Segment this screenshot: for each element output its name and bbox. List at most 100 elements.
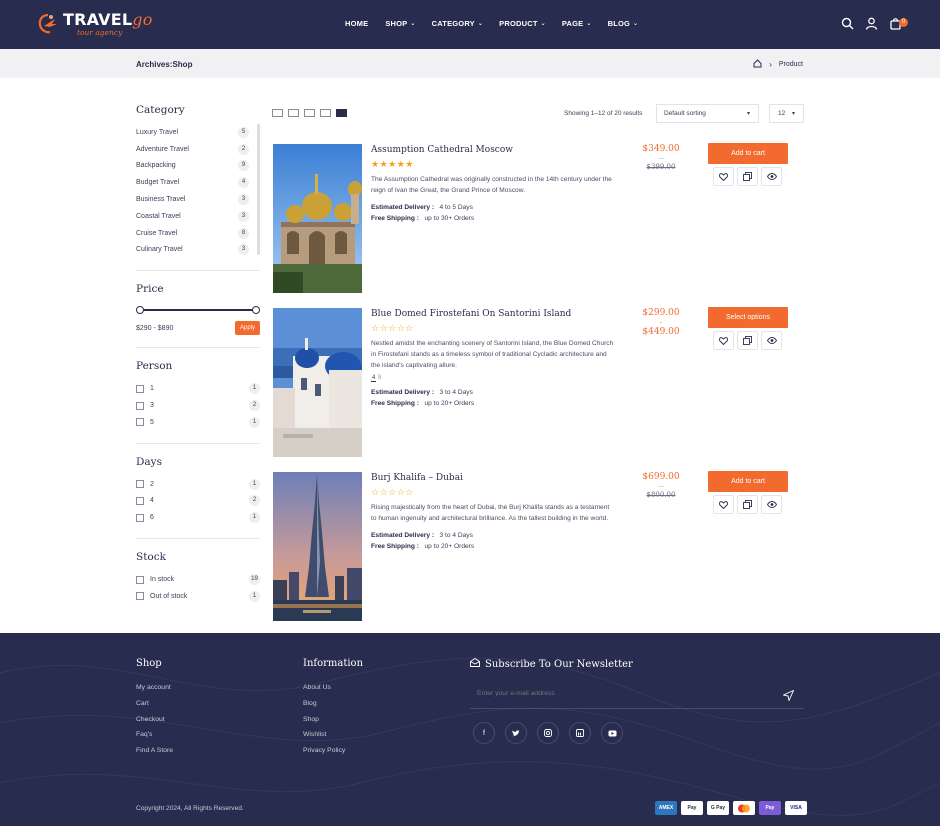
- price-original: $399.00: [646, 163, 676, 171]
- filter-sidebar: Category Luxury Travel 5 Adventure Travel…: [136, 104, 260, 605]
- nav-category[interactable]: CATEGORY ⌄: [432, 19, 484, 28]
- price-separator: —: [658, 155, 664, 162]
- instagram-icon[interactable]: [537, 722, 559, 744]
- linkedin-icon[interactable]: [569, 722, 591, 744]
- send-icon[interactable]: [782, 688, 795, 706]
- days-filter-item[interactable]: 21: [136, 476, 260, 493]
- category-label: Coastal Travel: [136, 212, 181, 220]
- product-title[interactable]: Blue Domed Firostefani On Santorini Isla…: [371, 309, 621, 319]
- search-icon[interactable]: [841, 17, 854, 30]
- footer-link[interactable]: Cart: [136, 700, 173, 716]
- checkbox[interactable]: [136, 418, 144, 427]
- twitter-icon[interactable]: [505, 722, 527, 744]
- option[interactable]: 8: [378, 375, 381, 381]
- checkbox[interactable]: [136, 384, 144, 393]
- checkbox[interactable]: [136, 513, 144, 522]
- footer-link[interactable]: Privacy Policy: [303, 747, 345, 763]
- person-filter-item[interactable]: 32: [136, 397, 260, 414]
- quick-view-eye-icon[interactable]: [761, 495, 782, 514]
- copyright-text: Copyright 2024, All Rights Reserved.: [136, 805, 244, 812]
- payment-methods: AMEX Pay G Pay Pay VISA: [655, 801, 807, 815]
- compare-icon[interactable]: [737, 331, 758, 350]
- person-filter-item[interactable]: 11: [136, 380, 260, 397]
- site-footer: Shop My account Cart Checkout Faq's Find…: [0, 633, 940, 826]
- category-count: 4: [238, 177, 249, 189]
- compare-icon[interactable]: [737, 167, 758, 186]
- facebook-icon[interactable]: f: [473, 722, 495, 744]
- stock-filter-item[interactable]: In stock 19: [136, 571, 260, 588]
- footer-link[interactable]: Shop: [303, 716, 345, 732]
- checkbox[interactable]: [136, 496, 144, 505]
- person-filter-item[interactable]: 51: [136, 414, 260, 431]
- newsletter-email-input[interactable]: [477, 690, 757, 697]
- home-icon[interactable]: [753, 59, 762, 70]
- cart-icon[interactable]: 0: [889, 17, 908, 30]
- price-slider-max-handle[interactable]: [252, 306, 260, 315]
- checkbox[interactable]: [136, 592, 144, 601]
- product-image[interactable]: [273, 472, 362, 621]
- footer-link[interactable]: About Us: [303, 684, 345, 700]
- site-header: TRAVELgo tour agency HOME SHOP ⌄ CATEGORY…: [0, 0, 940, 49]
- category-item[interactable]: Business Travel 3: [136, 191, 260, 208]
- brand-logo[interactable]: TRAVELgo tour agency: [36, 9, 153, 39]
- category-item[interactable]: Luxury Travel 5: [136, 124, 260, 141]
- product-image[interactable]: [273, 308, 362, 457]
- wishlist-heart-icon[interactable]: [713, 495, 734, 514]
- product-title[interactable]: Burj Khalifa – Dubai: [371, 473, 621, 483]
- compare-icon[interactable]: [737, 495, 758, 514]
- nav-page[interactable]: PAGE ⌄: [562, 19, 592, 28]
- grid-5-view-icon[interactable]: [272, 109, 283, 117]
- add-to-cart-button[interactable]: Add to cart: [708, 471, 788, 492]
- footer-link[interactable]: Wishlist: [303, 731, 345, 747]
- nav-home[interactable]: HOME: [345, 19, 368, 28]
- add-to-cart-button[interactable]: Add to cart: [708, 143, 788, 164]
- footer-link[interactable]: Blog: [303, 700, 345, 716]
- grid-3-view-icon[interactable]: [304, 109, 315, 117]
- category-item[interactable]: Adventure Travel 2: [136, 141, 260, 158]
- delivery-label: Estimated Delivery :: [371, 389, 435, 396]
- person-count: 1: [249, 416, 260, 428]
- apply-price-button[interactable]: Apply: [234, 321, 260, 336]
- stock-count: 19: [249, 574, 260, 586]
- category-scrollbar[interactable]: [257, 124, 260, 255]
- nav-product[interactable]: PRODUCT ⌄: [499, 19, 546, 28]
- person-label: 5: [150, 418, 154, 426]
- quick-view-eye-icon[interactable]: [761, 331, 782, 350]
- list-view-icon[interactable]: [336, 109, 347, 117]
- grid-2-view-icon[interactable]: [320, 109, 331, 117]
- footer-link[interactable]: Find A Store: [136, 747, 173, 763]
- wishlist-heart-icon[interactable]: [713, 167, 734, 186]
- category-label: Adventure Travel: [136, 145, 189, 153]
- sort-select[interactable]: Default sorting ▾: [656, 104, 759, 123]
- checkbox[interactable]: [136, 575, 144, 584]
- footer-link[interactable]: Faq's: [136, 731, 173, 747]
- option-selected[interactable]: 4: [371, 375, 377, 382]
- nav-blog[interactable]: BLOG ⌄: [608, 19, 639, 28]
- wishlist-heart-icon[interactable]: [713, 331, 734, 350]
- price-slider[interactable]: [136, 303, 260, 317]
- quick-view-eye-icon[interactable]: [761, 167, 782, 186]
- select-options-button[interactable]: Select options: [708, 307, 788, 328]
- days-filter-item[interactable]: 42: [136, 493, 260, 510]
- days-filter-item[interactable]: 61: [136, 509, 260, 526]
- shipping-label: Free Shipping :: [371, 400, 419, 407]
- category-item[interactable]: Culinary Travel 3: [136, 242, 260, 259]
- stock-filter-item[interactable]: Out of stock 1: [136, 588, 260, 605]
- category-item[interactable]: Budget Travel 4: [136, 174, 260, 191]
- product-title[interactable]: Assumption Cathedral Moscow: [371, 145, 621, 155]
- footer-link[interactable]: Checkout: [136, 716, 173, 732]
- footer-link[interactable]: My account: [136, 684, 173, 700]
- user-icon[interactable]: [865, 17, 878, 30]
- nav-shop[interactable]: SHOP ⌄: [385, 19, 415, 28]
- youtube-icon[interactable]: [601, 722, 623, 744]
- divider: [136, 347, 260, 349]
- category-item[interactable]: Coastal Travel 3: [136, 208, 260, 225]
- category-item[interactable]: Backpacking 9: [136, 158, 260, 175]
- price-slider-min-handle[interactable]: [136, 306, 144, 315]
- category-item[interactable]: Cruise Travel 8: [136, 225, 260, 242]
- grid-4-view-icon[interactable]: [288, 109, 299, 117]
- checkbox[interactable]: [136, 480, 144, 489]
- product-image[interactable]: [273, 144, 362, 293]
- per-page-select[interactable]: 12 ▾: [769, 104, 804, 123]
- checkbox[interactable]: [136, 401, 144, 410]
